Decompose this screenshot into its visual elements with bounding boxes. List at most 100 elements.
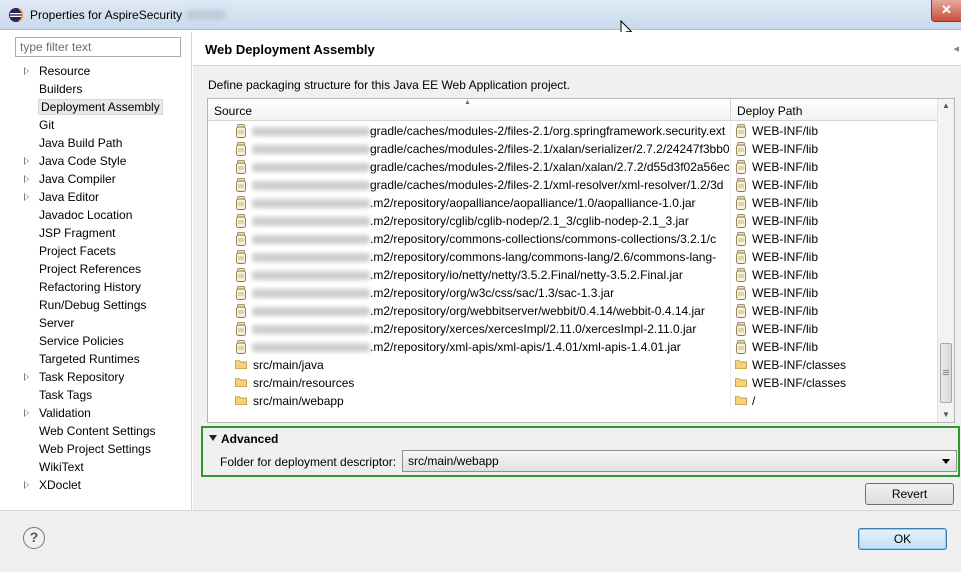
tree-item[interactable]: Validation (8, 404, 192, 422)
deploy-path-cell[interactable]: WEB-INF/lib (731, 176, 939, 194)
filter-input[interactable] (15, 37, 181, 57)
tree-item[interactable]: Deployment Assembly (8, 98, 192, 116)
expand-arrow-icon[interactable] (24, 481, 29, 489)
tree-item[interactable]: JSP Fragment (8, 224, 192, 242)
deploy-path-cell[interactable]: WEB-INF/lib (731, 158, 939, 176)
tree-item[interactable]: Java Compiler (8, 170, 192, 188)
table-row[interactable]: src/main/java WEB-INF/classes (208, 356, 939, 374)
table-row[interactable]: gradle/caches/modules-2/files-2.1/xml-re… (208, 176, 939, 194)
deploy-path-cell[interactable]: WEB-INF/lib (731, 122, 939, 140)
table-row[interactable]: .m2/repository/cglib/cglib-nodep/2.1_3/c… (208, 212, 939, 230)
source-cell[interactable]: src/main/java (208, 356, 731, 374)
deploy-path-cell[interactable]: WEB-INF/lib (731, 338, 939, 356)
table-row[interactable]: .m2/repository/commons-lang/commons-lang… (208, 248, 939, 266)
table-row[interactable]: gradle/caches/modules-2/files-2.1/org.sp… (208, 122, 939, 140)
ok-button[interactable]: OK (858, 528, 947, 550)
source-cell[interactable]: .m2/repository/aopalliance/aopalliance/1… (208, 194, 731, 212)
deploy-path-cell[interactable]: WEB-INF/lib (731, 284, 939, 302)
tree-item[interactable]: Run/Debug Settings (8, 296, 192, 314)
tree-item[interactable]: Project References (8, 260, 192, 278)
table-row[interactable]: .m2/repository/io/netty/netty/3.5.2.Fina… (208, 266, 939, 284)
source-cell[interactable]: .m2/repository/commons-collections/commo… (208, 230, 731, 248)
scrollbar-thumb[interactable] (940, 343, 952, 403)
tree-item[interactable]: XDoclet (8, 476, 192, 494)
table-row[interactable]: src/main/webapp / (208, 392, 939, 410)
deploy-path-cell[interactable]: WEB-INF/lib (731, 212, 939, 230)
table-row[interactable]: .m2/repository/org/webbitserver/webbit/0… (208, 302, 939, 320)
expand-arrow-icon[interactable] (24, 67, 29, 75)
source-cell[interactable]: .m2/repository/xml-apis/xml-apis/1.4.01/… (208, 338, 731, 356)
column-header-source[interactable]: ▲ Source (208, 99, 731, 121)
source-cell[interactable]: .m2/repository/xerces/xercesImpl/2.11.0/… (208, 320, 731, 338)
source-cell[interactable]: .m2/repository/io/netty/netty/3.5.2.Fina… (208, 266, 731, 284)
source-cell[interactable]: .m2/repository/cglib/cglib-nodep/2.1_3/c… (208, 212, 731, 230)
folder-icon (235, 358, 247, 372)
source-cell[interactable]: .m2/repository/commons-lang/commons-lang… (208, 248, 731, 266)
vertical-scrollbar[interactable]: ▲ ▼ (937, 99, 954, 422)
deploy-path-cell[interactable]: WEB-INF/lib (731, 320, 939, 338)
expand-arrow-icon[interactable] (24, 373, 29, 381)
source-cell[interactable]: .m2/repository/org/w3c/css/sac/1.3/sac-1… (208, 284, 731, 302)
deploy-path: WEB-INF/lib (752, 286, 818, 300)
table-row[interactable]: .m2/repository/aopalliance/aopalliance/1… (208, 194, 939, 212)
descriptor-folder-select[interactable]: src/main/webapp (402, 450, 957, 472)
deploy-path-cell[interactable]: WEB-INF/lib (731, 140, 939, 158)
tree-item[interactable]: Java Build Path (8, 134, 192, 152)
table-row[interactable]: gradle/caches/modules-2/files-2.1/xalan/… (208, 140, 939, 158)
tree-item[interactable]: Targeted Runtimes (8, 350, 192, 368)
source-cell[interactable]: src/main/resources (208, 374, 731, 392)
table-row[interactable]: .m2/repository/xml-apis/xml-apis/1.4.01/… (208, 338, 939, 356)
column-header-deploy-path[interactable]: Deploy Path (731, 99, 939, 121)
tree-item[interactable]: Service Policies (8, 332, 192, 350)
deploy-path-cell[interactable]: WEB-INF/classes (731, 356, 939, 374)
revert-button[interactable]: Revert (865, 483, 954, 505)
close-window-button[interactable]: ✕ (931, 0, 961, 22)
source-cell[interactable]: gradle/caches/modules-2/files-2.1/xalan/… (208, 140, 731, 158)
deploy-path-cell[interactable]: WEB-INF/lib (731, 266, 939, 284)
deploy-path-cell[interactable]: WEB-INF/lib (731, 248, 939, 266)
deploy-path-cell[interactable]: WEB-INF/lib (731, 230, 939, 248)
tree-item[interactable]: Web Project Settings (8, 440, 192, 458)
advanced-title[interactable]: Advanced (221, 432, 278, 446)
source-cell[interactable]: src/main/webapp (208, 392, 731, 410)
tree-item[interactable]: Java Code Style (8, 152, 192, 170)
tree-item-label: XDoclet (39, 478, 82, 492)
source-cell[interactable]: .m2/repository/org/webbitserver/webbit/0… (208, 302, 731, 320)
tree-item[interactable]: Builders (8, 80, 192, 98)
tree-item[interactable]: Resource (8, 62, 192, 80)
table-row[interactable]: gradle/caches/modules-2/files-2.1/xalan/… (208, 158, 939, 176)
source-cell[interactable]: gradle/caches/modules-2/files-2.1/xalan/… (208, 158, 731, 176)
tree-item[interactable]: Git (8, 116, 192, 134)
tree-item[interactable]: WikiText (8, 458, 192, 476)
scroll-up-icon[interactable]: ▲ (942, 101, 950, 110)
table-row[interactable]: .m2/repository/xerces/xercesImpl/2.11.0/… (208, 320, 939, 338)
deploy-path-cell[interactable]: / (731, 392, 939, 410)
help-icon[interactable]: ? (23, 527, 45, 549)
tree-item[interactable]: Java Editor (8, 188, 192, 206)
table-row[interactable]: src/main/resources WEB-INF/classes (208, 374, 939, 392)
scroll-down-icon[interactable]: ▼ (942, 410, 950, 419)
tree-item[interactable]: Project Facets (8, 242, 192, 260)
deploy-path-cell[interactable]: WEB-INF/classes (731, 374, 939, 392)
collapse-triangle-icon[interactable] (209, 435, 217, 441)
tree-item[interactable]: Task Repository (8, 368, 192, 386)
deploy-path-cell[interactable]: WEB-INF/lib (731, 302, 939, 320)
expand-arrow-icon[interactable] (24, 157, 29, 165)
deploy-path: WEB-INF/lib (752, 142, 818, 156)
expand-arrow-icon[interactable] (24, 175, 29, 183)
table-row[interactable]: .m2/repository/commons-collections/commo… (208, 230, 939, 248)
tree-item[interactable]: Javadoc Location (8, 206, 192, 224)
source-cell[interactable]: gradle/caches/modules-2/files-2.1/xml-re… (208, 176, 731, 194)
tree-item[interactable]: Web Content Settings (8, 422, 192, 440)
deploy-path: WEB-INF/lib (752, 304, 818, 318)
expand-arrow-icon[interactable] (24, 409, 29, 417)
source-cell[interactable]: gradle/caches/modules-2/files-2.1/org.sp… (208, 122, 731, 140)
tree-item[interactable]: Server (8, 314, 192, 332)
tree-item[interactable]: Refactoring History (8, 278, 192, 296)
table-row[interactable]: .m2/repository/org/w3c/css/sac/1.3/sac-1… (208, 284, 939, 302)
jar-icon (235, 124, 247, 138)
deploy-path-cell[interactable]: WEB-INF/lib (731, 194, 939, 212)
expand-arrow-icon[interactable] (24, 193, 29, 201)
back-arrow-icon[interactable]: ◂ (953, 42, 959, 55)
tree-item[interactable]: Task Tags (8, 386, 192, 404)
